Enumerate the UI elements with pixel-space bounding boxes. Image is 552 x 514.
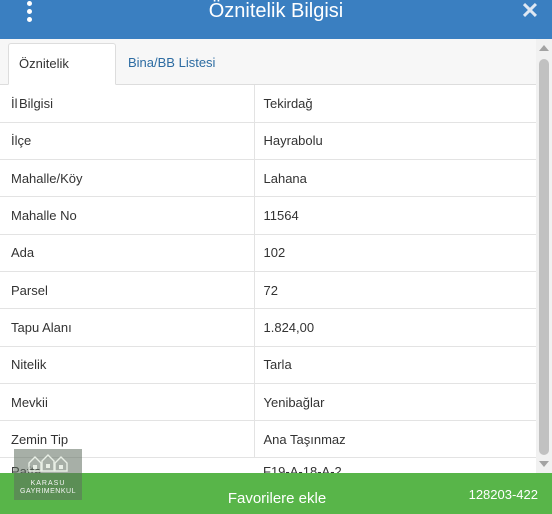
vertical-scrollbar[interactable]: [536, 39, 552, 473]
attribute-key: İl: [0, 85, 255, 123]
parcel-code: 128203-422: [468, 487, 538, 502]
attribute-value: Tekirdağ: [254, 85, 536, 123]
table-row: Nitelik Tarla: [0, 346, 536, 384]
scroll-down-arrow-icon[interactable]: [539, 461, 549, 467]
attribute-key: Ada: [0, 234, 255, 272]
attribute-value: Tarla: [254, 346, 536, 384]
attribute-key: Nitelik: [0, 346, 255, 384]
attribute-value: Yenibağlar: [254, 383, 536, 422]
table-row: Mahalle/Köy Lahana: [0, 159, 536, 198]
watermark-logo: KARASU GAYRIMENKUL: [14, 449, 82, 500]
attribute-value: Ana Taşınmaz: [254, 420, 536, 459]
table-row: Ada 102: [0, 234, 536, 272]
partial-row-value: F19-A-18-A-2: [263, 466, 342, 473]
tab-oznitelik-bilgisi[interactable]: Öznitelik Bilgisi: [8, 43, 116, 111]
attribute-key: Parsel: [0, 271, 255, 310]
attribute-key: Mevkii: [0, 383, 255, 422]
attribute-key: İlçe: [0, 122, 255, 161]
logo-text-line1: KARASU: [30, 480, 66, 487]
attribute-value: 1.824,00: [254, 308, 536, 347]
table-row: Mevkii Yenibağlar: [0, 383, 536, 422]
table-row: Mahalle No 11564: [0, 196, 536, 235]
attribute-key: Tapu Alanı: [0, 308, 255, 347]
dialog-title: Öznitelik Bilgisi: [208, 0, 344, 22]
attribute-value: 72: [254, 271, 536, 310]
tab-bina-bb-listesi[interactable]: Bina/BB Listesi: [118, 43, 225, 85]
attribute-value: Hayrabolu: [254, 122, 536, 161]
add-to-favorites-button[interactable]: Favorilere ekle: [177, 473, 377, 514]
dialog-header: Öznitelik Bilgisi ✕: [0, 0, 552, 39]
attribute-table-container: İl Tekirdağ İlçe Hayrabolu Mahalle/Köy Lahana…: [0, 85, 536, 473]
tab-bar: Öznitelik Bilgisi Bina/BB Listesi: [0, 39, 536, 111]
attribute-value: Lahana: [254, 159, 536, 198]
attribute-key: Mahalle No: [0, 196, 255, 235]
scrollbar-thumb[interactable]: [539, 59, 549, 455]
attribute-value: 102: [254, 234, 536, 272]
table-row: Tapu Alanı 1.824,00: [0, 308, 536, 347]
attribute-table: İl Tekirdağ İlçe Hayrabolu Mahalle/Köy Lahana…: [0, 85, 536, 459]
table-row: İlçe Hayrabolu: [0, 122, 536, 161]
table-row: İl Tekirdağ: [0, 85, 536, 123]
attribute-value: 11564: [254, 196, 536, 235]
table-row: Parsel 72: [0, 271, 536, 310]
attribute-key: Mahalle/Köy: [0, 159, 255, 198]
logo-text-line2: GAYRIMENKUL: [20, 488, 76, 495]
scroll-up-arrow-icon[interactable]: [539, 45, 549, 51]
houses-icon: [28, 454, 68, 472]
dialog-footer: Favorilere ekle 128203-422: [0, 473, 552, 514]
close-icon[interactable]: ✕: [520, 0, 540, 22]
